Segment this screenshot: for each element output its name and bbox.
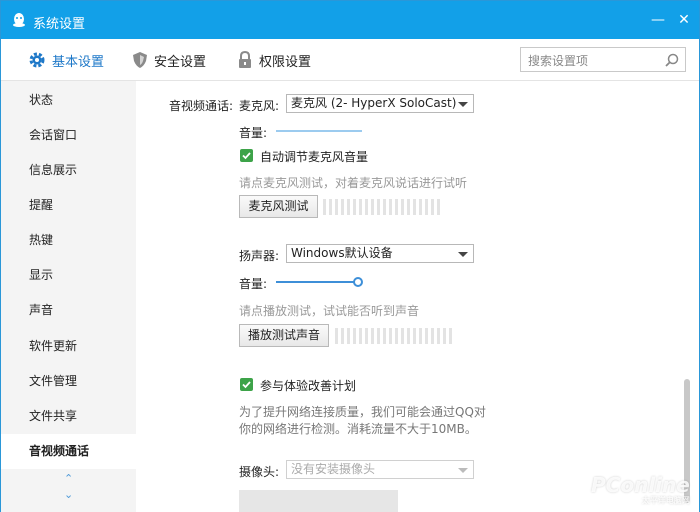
camera-label: 摄像头: (239, 465, 280, 479)
search-icon[interactable] (664, 52, 680, 68)
speaker-select[interactable]: Windows默认设备 (286, 244, 474, 263)
camera-select[interactable]: 没有安装摄像头 (286, 460, 474, 479)
mic-select-value: 麦克风 (2- HyperX SoloCast) (291, 96, 457, 110)
speaker-volume-slider[interactable] (276, 281, 362, 283)
shield-icon (133, 52, 147, 68)
check-icon (242, 381, 251, 389)
sidebar-item-reminders[interactable]: 提醒 (1, 188, 136, 223)
scroll-down-icon[interactable]: ⌄ (64, 488, 73, 501)
search-input[interactable]: 搜索设置项 (520, 47, 686, 72)
sidebar: 状态 会话窗口 信息展示 提醒 热键 显示 声音 软件更新 文件管理 文件共享 … (1, 81, 136, 512)
sidebar-item-software-update[interactable]: 软件更新 (1, 329, 136, 364)
chevron-down-icon (458, 252, 468, 257)
improve-plan-checkbox[interactable] (240, 378, 253, 391)
check-icon (242, 152, 251, 160)
title-bar: 系统设置 — ✕ (1, 1, 699, 39)
mic-test-hint: 请点麦克风测试，对着麦克风说话进行试听 (239, 176, 468, 190)
settings-content: 音视频通话: 麦克风: 麦克风 (2- HyperX SoloCast) 音量:… (136, 81, 699, 512)
qq-penguin-icon (13, 13, 25, 27)
tab-label: 权限设置 (259, 54, 312, 70)
sidebar-item-hotkeys[interactable]: 热键 (1, 223, 136, 258)
speaker-test-button[interactable]: 播放测试声音 (239, 324, 329, 347)
mic-volume-label: 音量: (239, 126, 268, 140)
watermark-brand: PConline (591, 473, 690, 497)
lock-icon (239, 51, 251, 68)
mic-level-meter (323, 199, 440, 215)
sidebar-item-status[interactable]: 状态 (1, 83, 136, 118)
tab-security-settings[interactable]: 安全设置 (132, 50, 206, 70)
window-title: 系统设置 (33, 17, 86, 32)
tab-basic-settings[interactable]: 基本设置 (28, 50, 104, 70)
close-button[interactable]: ✕ (673, 9, 695, 31)
av-section-label: 音视频通话: (169, 99, 234, 113)
mic-label: 麦克风: (239, 99, 280, 113)
watermark: PConline 太平洋电脑网 (591, 473, 690, 506)
improve-plan-desc-line2: 你的网络进行检测。消耗流量不大于10MB。 (239, 422, 477, 436)
sidebar-item-chat-window[interactable]: 会话窗口 (1, 118, 136, 153)
sidebar-item-file-sharing[interactable]: 文件共享 (1, 399, 136, 434)
speaker-test-hint: 请点播放测试，试试能否听到声音 (239, 304, 420, 318)
minimize-button[interactable]: — (647, 9, 669, 31)
sidebar-item-sound[interactable]: 声音 (1, 293, 136, 328)
mic-volume-slider[interactable] (276, 130, 362, 132)
mic-select[interactable]: 麦克风 (2- HyperX SoloCast) (286, 94, 474, 113)
speaker-volume-label: 音量: (239, 277, 268, 291)
speaker-level-meter (335, 328, 452, 344)
speaker-select-value: Windows默认设备 (291, 246, 393, 260)
tab-label: 安全设置 (154, 54, 207, 70)
sidebar-item-display[interactable]: 显示 (1, 258, 136, 293)
speaker-volume-handle[interactable] (353, 277, 363, 287)
speaker-label: 扬声器: (239, 249, 280, 263)
mic-test-button[interactable]: 麦克风测试 (239, 195, 318, 218)
chevron-down-icon (458, 102, 468, 107)
gear-icon (29, 52, 45, 68)
auto-adjust-checkbox[interactable] (240, 149, 253, 162)
camera-preview (239, 490, 398, 512)
improve-plan-label: 参与体验改善计划 (260, 379, 357, 393)
tab-label: 基本设置 (52, 54, 105, 70)
auto-adjust-label: 自动调节麦克风音量 (260, 150, 369, 164)
settings-window: 系统设置 — ✕ 基本设置 安全设置 权限设置 搜索设置项 状态 会话窗口 信息… (0, 0, 700, 512)
chevron-down-icon (458, 468, 468, 473)
tab-permission-settings[interactable]: 权限设置 (237, 50, 311, 70)
search-placeholder: 搜索设置项 (528, 54, 589, 68)
improve-plan-desc-line1: 为了提升网络连接质量，我们可能会通过QQ对 (239, 405, 486, 419)
sidebar-item-info-display[interactable]: 信息展示 (1, 153, 136, 188)
camera-select-value: 没有安装摄像头 (291, 462, 376, 476)
sidebar-item-av-calls[interactable]: 音视频通话 (1, 434, 136, 469)
scroll-up-icon[interactable]: ⌃ (64, 472, 73, 485)
sidebar-item-file-management[interactable]: 文件管理 (1, 364, 136, 399)
tab-bar: 基本设置 安全设置 权限设置 搜索设置项 (1, 39, 699, 81)
